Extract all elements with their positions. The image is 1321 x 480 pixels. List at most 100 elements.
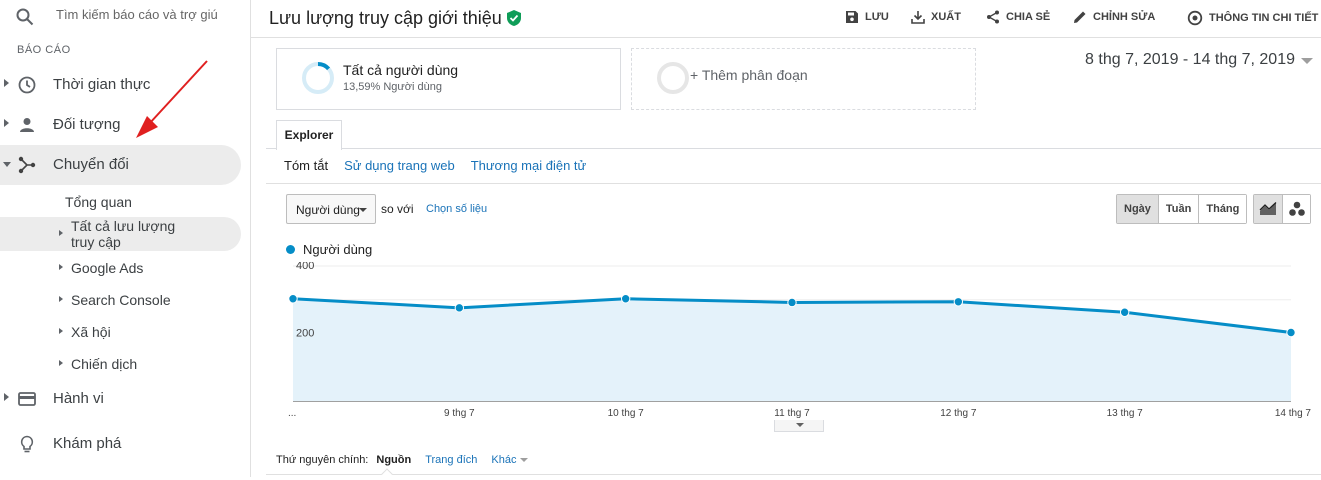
line-chart-button[interactable] [1254,195,1282,223]
bubble-chart-icon [1288,201,1305,216]
tab-divider [266,148,1321,149]
subtab-summary[interactable]: Tóm tắt [284,158,328,173]
sidebar-subitem-google-ads[interactable]: Google Ads [0,258,241,278]
search-input[interactable] [56,7,236,22]
sidebar-subitem-social[interactable]: Xã hội [0,322,241,342]
dimension-more-dropdown[interactable]: Khác [491,454,529,466]
sidebar-subitem-overview[interactable]: Tổng quan [0,192,241,212]
sidebar: BÁO CÁO Thời gian thực Đối tượng Chuyển … [0,0,251,477]
line-chart-icon [1259,202,1277,215]
metric-select[interactable]: Người dùng [286,194,376,224]
date-range-picker[interactable]: 8 thg 7, 2019 - 14 thg 7, 2019 [1085,51,1295,69]
x-tick-label: 9 thg 7 [444,408,475,419]
caret-right-icon [4,119,9,127]
caret-right-icon [59,296,63,302]
export-button[interactable]: XUẤT [911,10,961,24]
caret-right-icon [59,230,63,236]
reports-section-label: BÁO CÁO [17,44,71,56]
sidebar-item-label: Đối tượng [53,116,121,133]
compare-label: so với [381,202,414,216]
share-button[interactable]: CHIA SẺ [986,10,1050,24]
chevron-down-icon [520,458,529,462]
sidebar-subitem-label-line2: truy cập [71,234,121,250]
chart-expand-toggle[interactable] [774,420,824,432]
sidebar-item-audience[interactable]: Đối tượng [0,105,241,145]
behavior-icon [18,392,36,406]
dimension-landing-page[interactable]: Trang đích [425,454,477,466]
subtab-divider [266,183,1321,184]
sidebar-subitem-label: Tổng quan [65,194,132,210]
save-button[interactable]: LƯU [845,10,889,24]
sidebar-item-label: Thời gian thực [53,76,151,93]
add-segment-button[interactable]: + Thêm phân đoạn [631,48,976,110]
granularity-day-button[interactable]: Ngày [1117,195,1158,223]
granularity-month-button[interactable]: Tháng [1198,195,1247,223]
tab-explorer[interactable]: Explorer [276,120,342,150]
page-title: Lưu lượng truy cập giới thiệu [269,8,502,28]
primary-dimension-bar: Thứ nguyên chính: Nguồn Trang đích Khác [276,454,529,466]
dimension-source[interactable]: Nguồn [376,454,411,466]
data-point [1119,307,1130,317]
sidebar-subitem-campaigns[interactable]: Chiến dịch [0,354,241,374]
selected-dimension-pointer [381,468,393,480]
subtab-ecommerce[interactable]: Thương mại điện tử [471,158,587,173]
caret-right-icon [4,79,9,87]
caret-right-icon [59,360,63,366]
sidebar-item-label: Chuyển đổi [53,156,129,173]
pick-metric-link[interactable]: Chọn số liệu [426,203,487,215]
x-tick-label: ... [288,408,296,419]
x-tick-label: 10 thg 7 [608,408,645,419]
add-segment-label: + Thêm phân đoạn [690,67,808,83]
insights-button[interactable]: THÔNG TIN CHI TIẾT [1187,10,1318,26]
motion-chart-button[interactable] [1282,195,1310,223]
caret-right-icon [59,264,63,270]
sidebar-subitem-all-traffic[interactable]: Tất cả lưu lượng truy cập [0,217,241,251]
search-bar [0,0,251,36]
sidebar-item-behavior[interactable]: Hành vi [0,379,241,419]
primary-dimension-label: Thứ nguyên chính: [276,454,369,466]
segment-title: Tất cả người dùng [343,62,459,78]
data-point [620,294,631,304]
segment-subtitle: 13,59% Người dùng [343,81,442,93]
sidebar-subitem-label: Tất cả lưu lượng [71,218,176,234]
granularity-week-button[interactable]: Tuần [1157,195,1199,223]
granularity-toggle: Ngày Tuần Tháng [1116,194,1248,224]
edit-label: CHỈNH SỬA [1093,11,1156,23]
x-tick-label: 13 thg 7 [1107,408,1144,419]
person-icon [20,118,34,132]
share-icon [987,10,999,24]
pencil-icon [1074,11,1086,23]
caret-right-icon [4,393,9,401]
y-tick-label: 200 [296,328,314,340]
sidebar-subitem-search-console[interactable]: Search Console [0,290,241,310]
sidebar-item-realtime[interactable]: Thời gian thực [0,65,241,105]
chart-type-toggle [1253,194,1311,224]
save-label: LƯU [865,11,889,23]
export-label: XUẤT [931,11,961,23]
x-tick-label: 12 thg 7 [940,408,977,419]
save-icon [846,11,858,23]
segment-all-users[interactable]: Tất cả người dùng 13,59% Người dùng [276,48,621,110]
sidebar-item-label: Hành vi [53,390,104,407]
metric-select-value: Người dùng [296,203,360,217]
data-point [288,294,298,304]
data-point [1286,327,1296,338]
edit-button[interactable]: CHỈNH SỬA [1073,10,1155,24]
sidebar-item-discover[interactable]: Khám phá [0,424,241,464]
y-tick-label: 400 [296,262,314,272]
share-label: CHIA SẺ [1006,11,1051,23]
legend-dot [286,245,295,254]
download-icon [911,11,925,24]
subtab-site-usage[interactable]: Sử dụng trang web [344,158,455,173]
data-point [454,303,465,313]
users-chart: 200 400... 9 thg 7 10 thg 7 11 thg 7 12 thg 7… [288,262,1311,419]
caret-right-icon [59,328,63,334]
sidebar-subitem-label: Search Console [71,292,171,308]
chevron-down-icon [359,208,367,212]
lightbulb-icon [20,435,34,453]
dimension-more-label: Khác [491,454,517,466]
sidebar-item-conversions[interactable]: Chuyển đổi [0,145,241,185]
verified-shield-icon [507,10,521,26]
chevron-down-icon[interactable] [1301,58,1313,64]
segment-ring-icon [302,62,334,94]
